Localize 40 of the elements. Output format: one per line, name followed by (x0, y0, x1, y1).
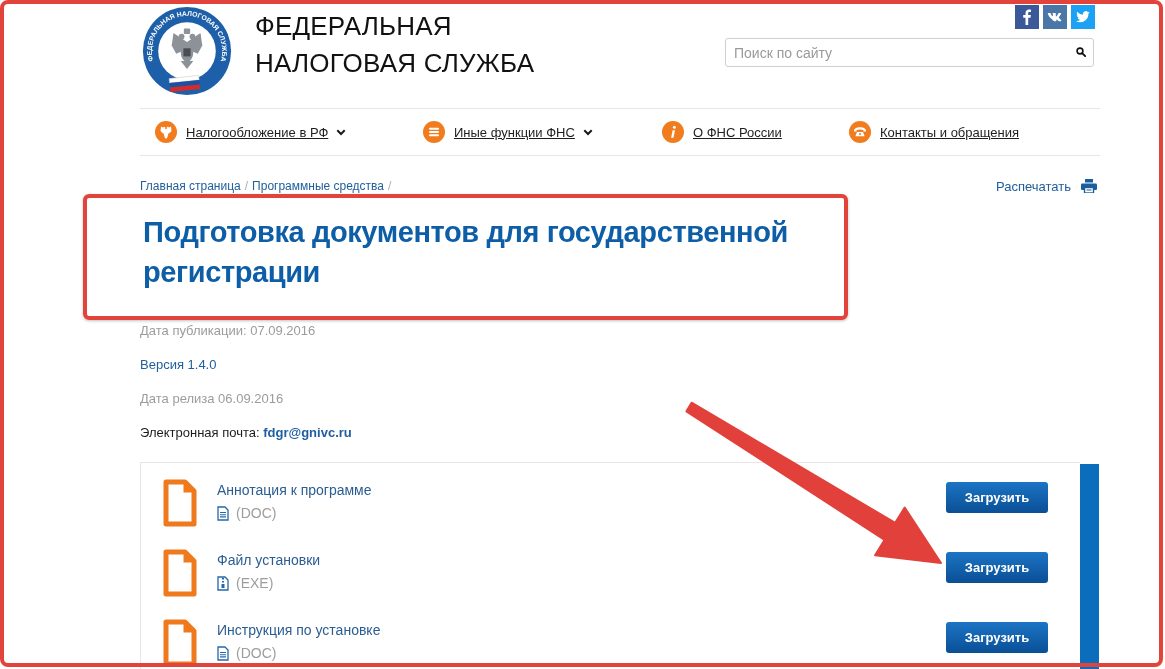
file-format: (DOC) (236, 644, 277, 663)
download-button[interactable]: Загрузить (946, 482, 1048, 513)
menu-icon (423, 121, 445, 143)
facebook-icon[interactable] (1015, 5, 1039, 29)
print-link[interactable]: Распечатать (996, 178, 1097, 194)
twitter-icon[interactable] (1071, 5, 1095, 29)
date-text: Дата публикации: 07.09.2016 (140, 322, 316, 340)
text-file-icon (217, 505, 229, 521)
printer-icon (1081, 179, 1097, 193)
date-text: Дата релиза 06.09.2016 (140, 390, 284, 408)
text-file-icon (217, 645, 229, 661)
file-link[interactable]: Аннотация к программе (217, 480, 372, 500)
site-title: ФЕДЕРАЛЬНАЯ НАЛОГОВАЯ СЛУЖБА (255, 10, 535, 80)
search-field[interactable]: Поиск по сайту (725, 38, 1094, 67)
file-format: (EXE) (236, 574, 274, 593)
breadcrumb-separator: / (388, 179, 392, 193)
breadcrumb-separator: / (244, 179, 249, 193)
download-button[interactable]: Загрузить (946, 552, 1048, 583)
file-format: (DOC) (236, 504, 277, 523)
download-button[interactable]: Загрузить (946, 622, 1048, 653)
nav-link[interactable]: Контакты и обращения (849, 121, 1020, 143)
breadcrumb-link[interactable]: Программные средства (252, 179, 385, 193)
document-icon (163, 479, 197, 527)
file-link[interactable]: Файл установки (217, 550, 321, 570)
nav-link[interactable]: Налогообложение в РФ (155, 121, 347, 143)
archive-file-icon (217, 575, 229, 591)
email-link[interactable]: fdgr@gnivc.ru (263, 425, 352, 440)
breadcrumb-link[interactable]: Главная страница (140, 179, 241, 193)
emblem-icon (155, 121, 177, 143)
info-icon (662, 121, 684, 143)
email-line: Электронная почта: fdgr@gnivc.ru (140, 424, 352, 442)
search-icon[interactable] (1076, 47, 1086, 57)
nav-link[interactable]: Иные функции ФНС (423, 121, 593, 143)
nav-link[interactable]: О ФНС России (662, 121, 782, 143)
vk-icon[interactable] (1043, 5, 1067, 29)
document-icon (163, 549, 197, 597)
file-link[interactable]: Инструкция по установке (217, 620, 381, 640)
phone-icon (849, 121, 871, 143)
page-title: Подготовка документов для государственной регистрации (143, 215, 789, 290)
version-link[interactable]: Версия 1.4.0 (140, 357, 217, 372)
